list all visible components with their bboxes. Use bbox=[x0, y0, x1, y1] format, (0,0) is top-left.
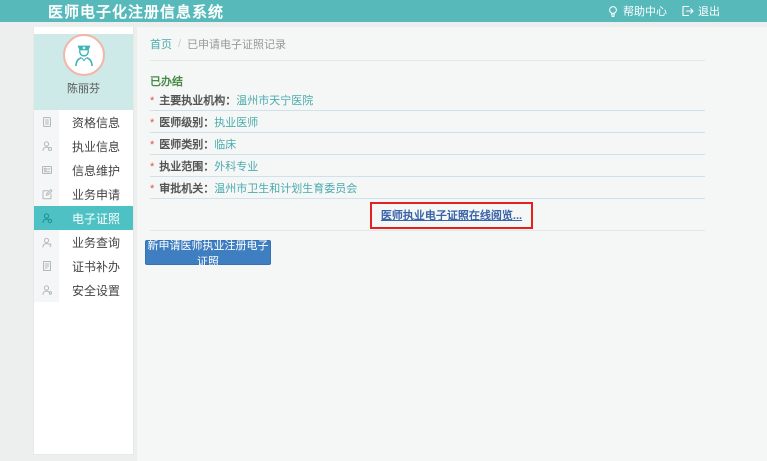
user-name: 陈丽芬 bbox=[34, 80, 133, 96]
sidebar-item-qualification-info[interactable]: 资格信息 bbox=[34, 110, 133, 134]
person-certificate-icon bbox=[34, 206, 59, 230]
field-row-main-institution: * 主要执业机构：温州市天宁医院 bbox=[150, 89, 705, 111]
required-marker: * bbox=[150, 95, 154, 107]
breadcrumb-home-link[interactable]: 首页 bbox=[150, 36, 172, 52]
certificate-field-list: * 主要执业机构：温州市天宁医院 * 医师级别：执业医师 * 医师类别：临床 * 执业范… bbox=[150, 89, 705, 199]
sidebar-item-info-maintenance[interactable]: 信息维护 bbox=[34, 158, 133, 182]
avatar bbox=[63, 34, 105, 76]
logout-icon bbox=[681, 5, 694, 17]
required-marker: * bbox=[150, 161, 154, 173]
breadcrumb-divider bbox=[150, 60, 705, 61]
field-row-practice-scope: * 执业范围：外科专业 bbox=[150, 155, 705, 177]
field-value: 温州市天宁医院 bbox=[236, 95, 313, 107]
person-badge-icon bbox=[34, 134, 59, 158]
view-certificate-online-link[interactable]: 医师执业电子证照在线阅览... bbox=[381, 210, 522, 222]
sidebar-item-label: 安全设置 bbox=[59, 282, 120, 299]
sidebar-item-business-query[interactable]: 业务查询 bbox=[34, 230, 133, 254]
person-search-icon bbox=[34, 230, 59, 254]
sidebar-item-label: 执业信息 bbox=[59, 138, 120, 155]
document-lines-icon bbox=[34, 110, 59, 134]
doctor-avatar-icon bbox=[67, 38, 101, 72]
link-section-divider bbox=[150, 230, 705, 231]
required-marker: * bbox=[150, 139, 154, 151]
sidebar-item-label: 资格信息 bbox=[59, 114, 120, 131]
lightbulb-icon bbox=[607, 5, 619, 18]
red-highlight-box: 医师执业电子证照在线阅览... bbox=[370, 202, 533, 229]
breadcrumb-separator: / bbox=[178, 38, 181, 50]
field-value: 温州市卫生和计划生育委员会 bbox=[214, 183, 357, 195]
field-label: 执业范围： bbox=[159, 161, 214, 173]
field-row-physician-category: * 医师类别：临床 bbox=[150, 133, 705, 155]
sidebar-item-electronic-certificate[interactable]: 电子证照 bbox=[34, 206, 133, 230]
help-center-button[interactable]: 帮助中心 bbox=[607, 3, 667, 19]
user-profile-section: 陈丽芬 bbox=[34, 34, 133, 110]
sidebar-item-label: 证书补办 bbox=[59, 258, 120, 275]
section-title-completed: 已办结 bbox=[150, 73, 705, 89]
field-label: 医师级别： bbox=[159, 117, 214, 129]
field-value: 执业医师 bbox=[214, 117, 258, 129]
edit-form-icon bbox=[34, 182, 59, 206]
app-header: 医师电子化注册信息系统 帮助中心 退出 bbox=[0, 0, 767, 22]
field-label: 主要执业机构： bbox=[159, 95, 236, 107]
id-card-icon bbox=[34, 158, 59, 182]
sidebar: 陈丽芬 资格信息 执业信息 信息维护 业务申请 bbox=[33, 27, 134, 455]
field-label: 审批机关： bbox=[159, 183, 214, 195]
main-content: 首页 / 已申请电子证照记录 已办结 * 主要执业机构：温州市天宁医院 * 医师级别… bbox=[137, 27, 767, 461]
sidebar-item-label: 电子证照 bbox=[59, 210, 120, 227]
sidebar-item-label: 业务查询 bbox=[59, 234, 120, 251]
sidebar-item-label: 业务申请 bbox=[59, 186, 120, 203]
field-label: 医师类别： bbox=[159, 139, 214, 151]
breadcrumb-current: 已申请电子证照记录 bbox=[187, 36, 286, 52]
file-icon bbox=[34, 254, 59, 278]
sidebar-item-practice-info[interactable]: 执业信息 bbox=[34, 134, 133, 158]
view-link-row: 医师执业电子证照在线阅览... bbox=[150, 202, 705, 226]
sidebar-menu: 资格信息 执业信息 信息维护 业务申请 电子证照 bbox=[34, 110, 133, 302]
sidebar-item-business-application[interactable]: 业务申请 bbox=[34, 182, 133, 206]
field-value: 临床 bbox=[214, 139, 236, 151]
logout-button[interactable]: 退出 bbox=[681, 3, 720, 19]
help-center-label: 帮助中心 bbox=[623, 3, 667, 19]
field-row-physician-level: * 医师级别：执业医师 bbox=[150, 111, 705, 133]
field-row-approval-authority: * 审批机关：温州市卫生和计划生育委员会 bbox=[150, 177, 705, 199]
sidebar-item-security-settings[interactable]: 安全设置 bbox=[34, 278, 133, 302]
sidebar-item-label: 信息维护 bbox=[59, 162, 120, 179]
breadcrumb: 首页 / 已申请电子证照记录 bbox=[150, 27, 705, 52]
required-marker: * bbox=[150, 117, 154, 129]
logout-label: 退出 bbox=[698, 3, 720, 19]
required-marker: * bbox=[150, 183, 154, 195]
new-certificate-apply-button[interactable]: 新申请医师执业注册电子证照 bbox=[145, 240, 271, 265]
sidebar-item-certificate-reissue[interactable]: 证书补办 bbox=[34, 254, 133, 278]
person-shield-icon bbox=[34, 278, 59, 302]
app-title: 医师电子化注册信息系统 bbox=[48, 1, 224, 22]
field-value: 外科专业 bbox=[214, 161, 258, 173]
